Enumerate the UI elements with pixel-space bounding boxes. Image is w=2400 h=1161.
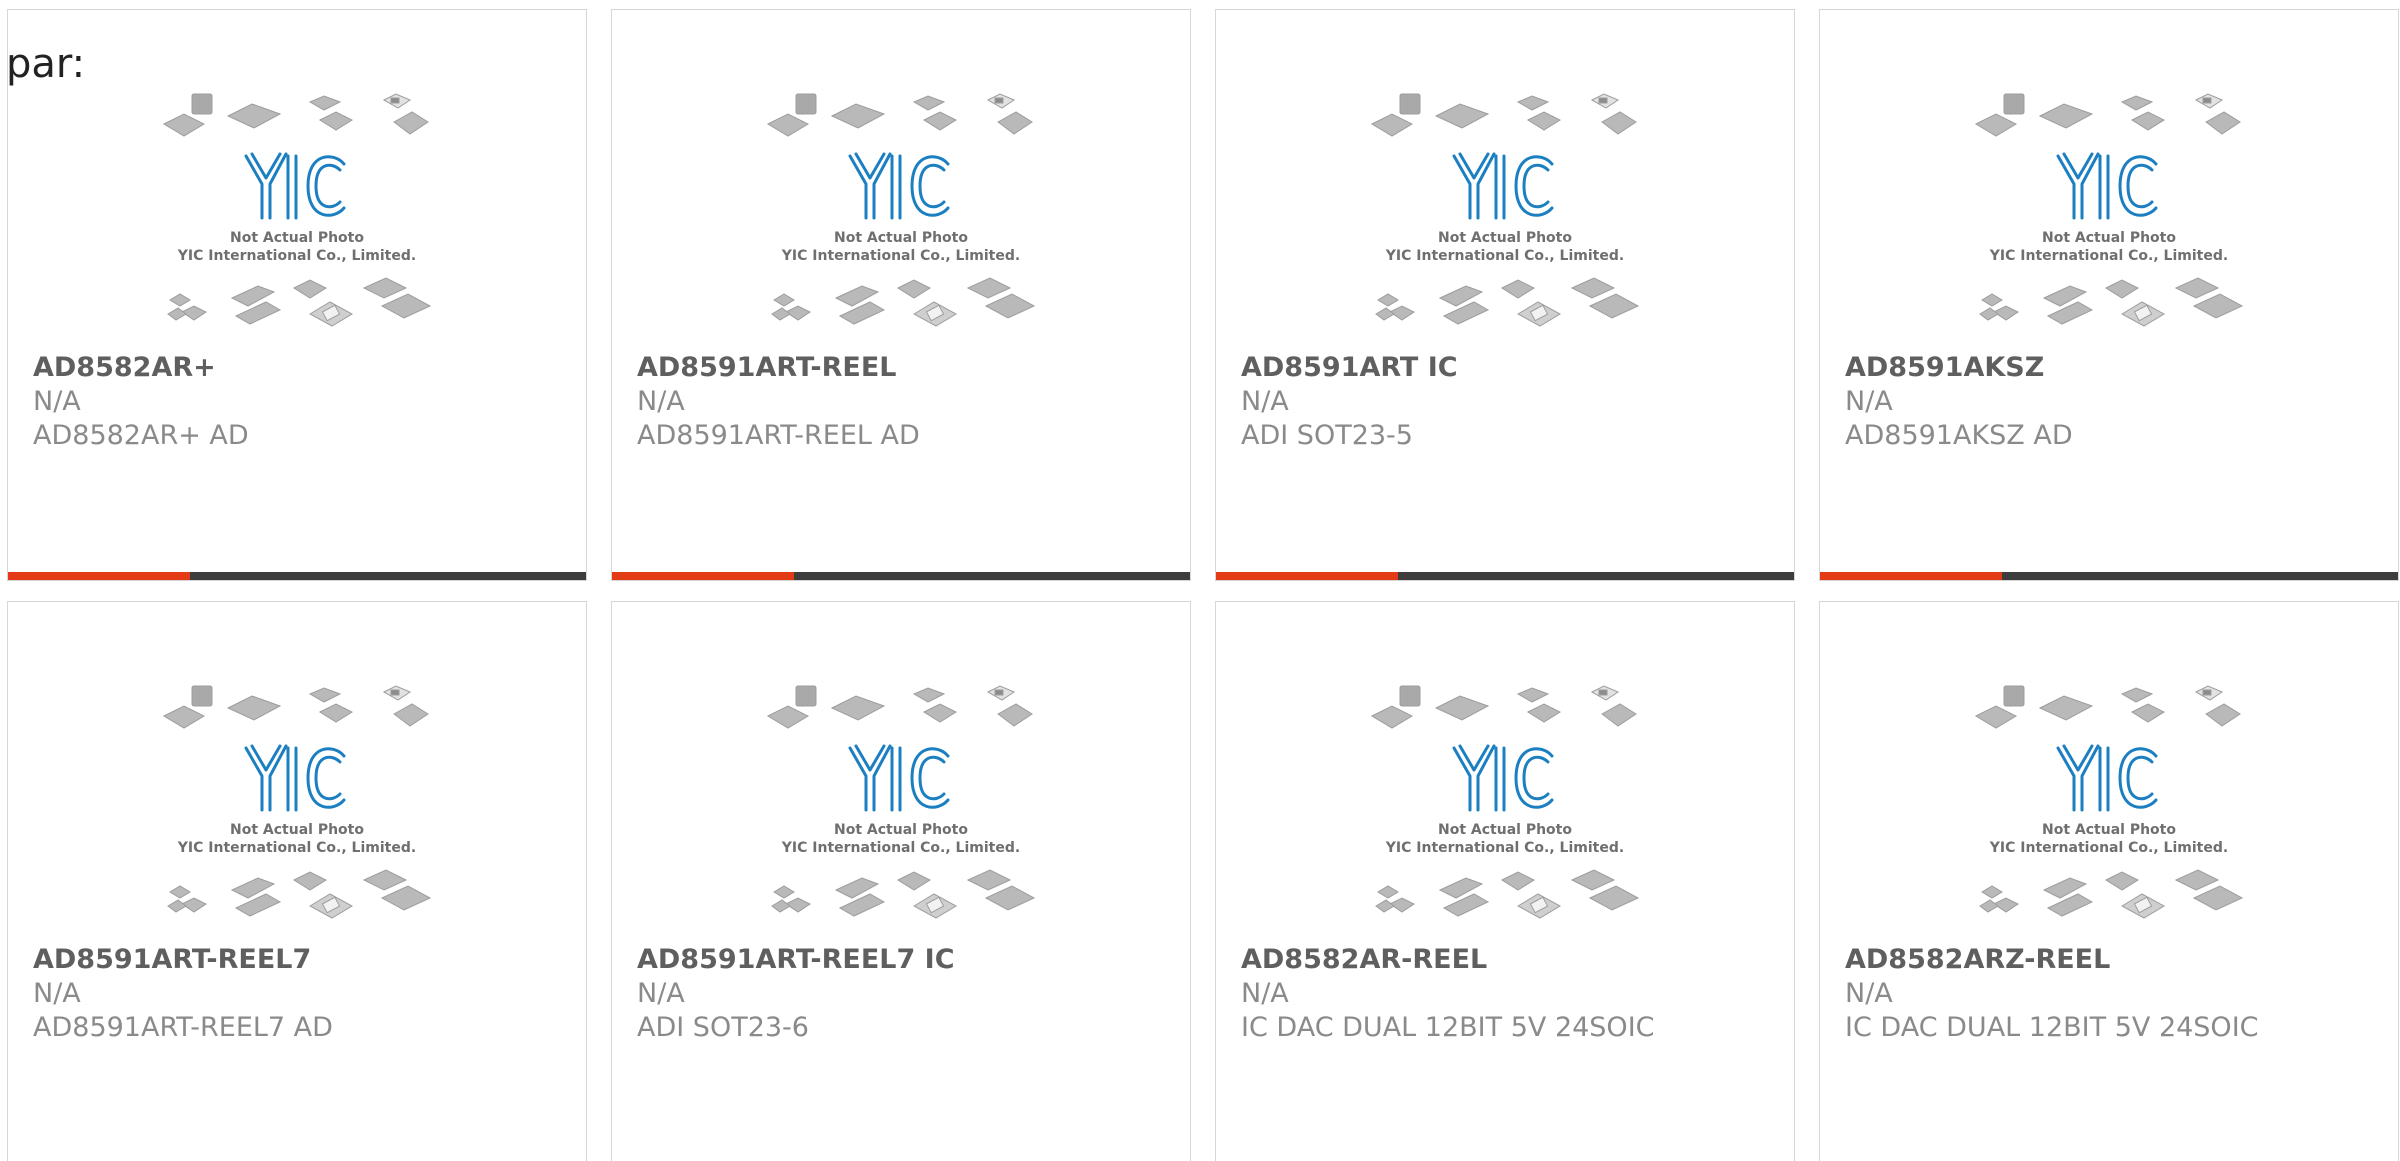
yic-company-text: YIC International Co., Limited. xyxy=(177,248,416,264)
not-actual-photo-text: Not Actual Photo xyxy=(834,230,968,246)
hover-bar xyxy=(1216,572,1794,580)
yic-company-text: YIC International Co., Limited. xyxy=(1989,248,2228,264)
product-card[interactable]: Not Actual Photo YIC International Co., … xyxy=(611,601,1191,1161)
yic-company-text: YIC International Co., Limited. xyxy=(177,840,416,856)
product-description: ADI SOT23-6 xyxy=(637,1012,809,1043)
yic-company-text: YIC International Co., Limited. xyxy=(781,248,1020,264)
product-card[interactable]: Not Actual Photo YIC International Co., … xyxy=(7,9,587,581)
product-info: AD8582AR+ N/A AD8582AR+ AD xyxy=(33,351,576,453)
chip-placeholder-icon: Not Actual Photo YIC International Co., … xyxy=(162,93,432,327)
yic-company-text: YIC International Co., Limited. xyxy=(1385,840,1624,856)
product-image[interactable]: Not Actual Photo YIC International Co., … xyxy=(1820,92,2398,352)
product-info: AD8591ART-REEL7 IC N/A ADI SOT23-6 xyxy=(637,943,1180,1045)
product-description: AD8591AKSZ AD xyxy=(1845,420,2073,451)
product-status: N/A xyxy=(637,386,685,417)
product-status: N/A xyxy=(1241,386,1289,417)
product-grid: Not Actual Photo YIC International Co., … xyxy=(7,9,2399,1161)
product-status: N/A xyxy=(33,386,81,417)
product-name[interactable]: AD8591AKSZ xyxy=(1845,351,2388,385)
product-image[interactable]: Not Actual Photo YIC International Co., … xyxy=(1820,684,2398,944)
not-actual-photo-text: Not Actual Photo xyxy=(1438,230,1572,246)
product-name[interactable]: AD8582ARZ-REEL xyxy=(1845,943,2388,977)
yic-company-text: YIC International Co., Limited. xyxy=(1989,840,2228,856)
product-info: AD8591AKSZ N/A AD8591AKSZ AD xyxy=(1845,351,2388,453)
chip-placeholder-icon: Not Actual Photo YIC International Co., … xyxy=(1974,93,2244,327)
product-name[interactable]: AD8591ART-REEL7 IC xyxy=(637,943,1180,977)
chip-placeholder-icon: Not Actual Photo YIC International Co., … xyxy=(766,685,1036,919)
product-card[interactable]: Not Actual Photo YIC International Co., … xyxy=(1215,9,1795,581)
product-card[interactable]: Not Actual Photo YIC International Co., … xyxy=(1819,9,2399,581)
product-card[interactable]: Not Actual Photo YIC International Co., … xyxy=(1819,601,2399,1161)
not-actual-photo-text: Not Actual Photo xyxy=(230,230,364,246)
product-status: N/A xyxy=(1241,978,1289,1009)
product-name[interactable]: AD8591ART IC xyxy=(1241,351,1784,385)
product-info: AD8591ART-REEL N/A AD8591ART-REEL AD xyxy=(637,351,1180,453)
product-image[interactable]: Not Actual Photo YIC International Co., … xyxy=(1216,92,1794,352)
not-actual-photo-text: Not Actual Photo xyxy=(834,822,968,838)
product-name[interactable]: AD8591ART-REEL xyxy=(637,351,1180,385)
hover-bar xyxy=(8,572,586,580)
chip-placeholder-icon: Not Actual Photo YIC International Co., … xyxy=(1370,685,1640,919)
product-name[interactable]: AD8582AR+ xyxy=(33,351,576,385)
hover-bar-accent xyxy=(612,572,794,580)
product-description: AD8591ART-REEL7 AD xyxy=(33,1012,333,1043)
product-info: AD8591ART IC N/A ADI SOT23-5 xyxy=(1241,351,1784,453)
not-actual-photo-text: Not Actual Photo xyxy=(2042,230,2176,246)
not-actual-photo-text: Not Actual Photo xyxy=(230,822,364,838)
product-image[interactable]: Not Actual Photo YIC International Co., … xyxy=(1216,684,1794,944)
hover-bar xyxy=(1820,572,2398,580)
hover-bar-accent xyxy=(8,572,190,580)
product-info: AD8582AR-REEL N/A IC DAC DUAL 12BIT 5V 2… xyxy=(1241,943,1784,1045)
product-description: IC DAC DUAL 12BIT 5V 24SOIC xyxy=(1845,1012,2259,1043)
product-card[interactable]: Not Actual Photo YIC International Co., … xyxy=(1215,601,1795,1161)
product-info: AD8582ARZ-REEL N/A IC DAC DUAL 12BIT 5V … xyxy=(1845,943,2388,1045)
product-image[interactable]: Not Actual Photo YIC International Co., … xyxy=(8,92,586,352)
product-status: N/A xyxy=(637,978,685,1009)
yic-company-text: YIC International Co., Limited. xyxy=(1385,248,1624,264)
product-listing-page: par: Not Actual Photo YIC International … xyxy=(0,0,2400,1161)
product-card[interactable]: Not Actual Photo YIC International Co., … xyxy=(611,9,1191,581)
product-description: ADI SOT23-5 xyxy=(1241,420,1413,451)
not-actual-photo-text: Not Actual Photo xyxy=(2042,822,2176,838)
product-description: AD8591ART-REEL AD xyxy=(637,420,920,451)
chip-placeholder-icon: Not Actual Photo YIC International Co., … xyxy=(1974,685,2244,919)
product-info: AD8591ART-REEL7 N/A AD8591ART-REEL7 AD xyxy=(33,943,576,1045)
product-description: AD8582AR+ AD xyxy=(33,420,249,451)
chip-placeholder-icon: Not Actual Photo YIC International Co., … xyxy=(1370,93,1640,327)
hover-bar-accent xyxy=(1216,572,1398,580)
chip-placeholder-icon: Not Actual Photo YIC International Co., … xyxy=(162,685,432,919)
hover-bar xyxy=(612,572,1190,580)
product-status: N/A xyxy=(1845,978,1893,1009)
product-status: N/A xyxy=(1845,386,1893,417)
product-name[interactable]: AD8582AR-REEL xyxy=(1241,943,1784,977)
product-name[interactable]: AD8591ART-REEL7 xyxy=(33,943,576,977)
product-image[interactable]: Not Actual Photo YIC International Co., … xyxy=(612,684,1190,944)
chip-placeholder-icon: Not Actual Photo YIC International Co., … xyxy=(766,93,1036,327)
par-label: par: xyxy=(6,41,86,87)
product-image[interactable]: Not Actual Photo YIC International Co., … xyxy=(8,684,586,944)
product-description: IC DAC DUAL 12BIT 5V 24SOIC xyxy=(1241,1012,1655,1043)
product-card[interactable]: Not Actual Photo YIC International Co., … xyxy=(7,601,587,1161)
hover-bar-accent xyxy=(1820,572,2002,580)
product-status: N/A xyxy=(33,978,81,1009)
product-image[interactable]: Not Actual Photo YIC International Co., … xyxy=(612,92,1190,352)
yic-company-text: YIC International Co., Limited. xyxy=(781,840,1020,856)
not-actual-photo-text: Not Actual Photo xyxy=(1438,822,1572,838)
